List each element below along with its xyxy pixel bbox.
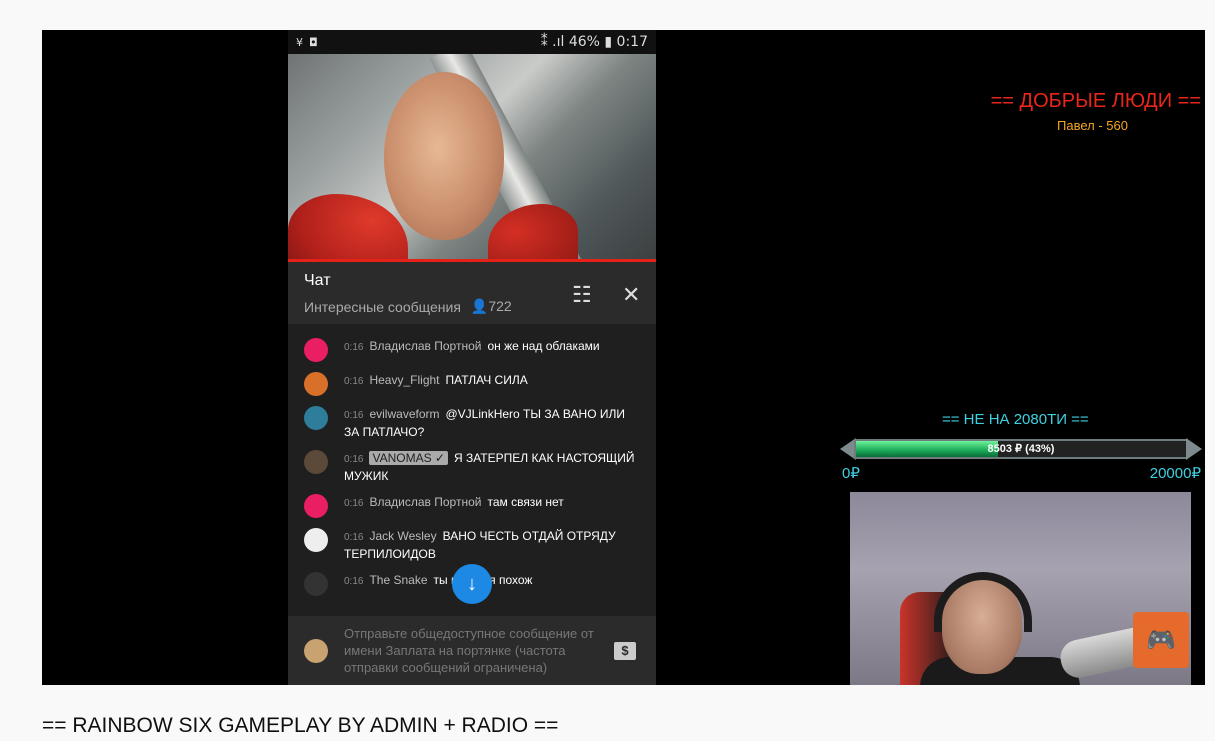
superchat-dollar-icon[interactable]: $ — [614, 642, 636, 660]
usb-icon: ¥ — [296, 35, 303, 49]
avatar — [304, 572, 328, 596]
message-text: ПАТЛАЧ СИЛА — [445, 373, 528, 387]
game-icon: ◘ — [309, 35, 318, 49]
message-time: 0:16 — [344, 376, 364, 387]
video-caption: == RAINBOW SIX GAMEPLAY BY ADMIN + RADIO… — [42, 714, 559, 737]
chat-message[interactable]: 0:16 evilwaveform @VJLinkHero ТЫ ЗА ВАНО И… — [288, 406, 656, 440]
message-text: там связи нет — [487, 495, 564, 509]
webcam-overlay: 🎮 — [850, 492, 1191, 685]
message-text: он же над облаками — [487, 339, 600, 353]
chat-subtitle[interactable]: Интересные сообщения — [304, 299, 461, 315]
streamer-face — [384, 72, 504, 240]
message-time: 0:16 — [344, 532, 364, 543]
chat-message[interactable]: 0:16 Jack Wesley ВАНО ЧЕСТЬ ОТДАЙ ОТРЯДУ Т… — [288, 528, 656, 562]
donors-title: == ДОБРЫЕ ЛЮДИ == — [990, 90, 1201, 112]
goal-label: 8503 ₽ (43%) — [987, 443, 1055, 455]
chat-input-bar[interactable]: Отправьте общедоступное сообщение от име… — [288, 616, 656, 685]
message-time: 0:16 — [344, 410, 364, 421]
filter-icon[interactable]: ☷ — [572, 282, 592, 308]
chat-message[interactable]: 0:16 Heavy_Flight ПАТЛАЧ СИЛА — [288, 372, 656, 396]
message-author[interactable]: Heavy_Flight — [369, 373, 439, 387]
avatar — [304, 372, 328, 396]
message-author[interactable]: VANOMAS ✓ — [369, 451, 448, 465]
message-time: 0:16 — [344, 342, 364, 353]
chat-messages[interactable]: 0:16 Владислав Портной он же над облаками 0… — [288, 324, 656, 616]
message-time: 0:16 — [344, 576, 364, 587]
chat-header: Чат Интересные сообщения 👤722 ☷ ✕ — [288, 262, 656, 324]
chat-input[interactable]: Отправьте общедоступное сообщение от име… — [344, 625, 604, 676]
close-icon[interactable]: ✕ — [622, 282, 640, 308]
video-player[interactable]: ¥ ◘ ⁑ .ıl 46% ▮ 0:17 Чат Интересные сооб… — [42, 30, 1205, 685]
chat-message[interactable]: 0:16 Владислав Портной он же над облаками — [288, 338, 656, 362]
scroll-down-button[interactable]: ↓ — [452, 564, 492, 604]
viewer-count: 722 — [488, 298, 512, 314]
stream-camera-view — [288, 54, 656, 262]
chat-message[interactable]: 0:16 VANOMAS ✓ Я ЗАТЕРПЕЛ КАК НАСТОЯЩИЙ МУ… — [288, 450, 656, 484]
avatar — [304, 406, 328, 430]
person-icon: 👤 — [470, 298, 489, 314]
headphones — [934, 572, 1032, 632]
avatar — [304, 528, 328, 552]
goal-max: 20000₽ — [1149, 465, 1201, 482]
avatar — [304, 338, 328, 362]
message-time: 0:16 — [344, 454, 364, 465]
phone-screen-capture: ¥ ◘ ⁑ .ıl 46% ▮ 0:17 Чат Интересные сооб… — [288, 30, 656, 685]
message-author[interactable]: evilwaveform — [369, 407, 439, 421]
message-author[interactable]: The Snake — [369, 573, 427, 587]
status-right: ⁑ .ıl 46% ▮ 0:17 — [540, 34, 648, 50]
avatar — [304, 450, 328, 474]
avatar — [304, 494, 328, 518]
message-time: 0:16 — [344, 498, 364, 509]
donation-goal-bar: 8503 ₽ (43%) — [840, 436, 1202, 462]
message-author[interactable]: Владислав Портной — [369, 339, 481, 353]
goal-cap-right — [1186, 438, 1202, 460]
message-author[interactable]: Jack Wesley — [369, 529, 436, 543]
donor-entry: Павел - 560 — [1057, 118, 1128, 133]
goal-title: == НЕ НА 2080ТИ == — [942, 411, 1089, 428]
phone-status-bar: ¥ ◘ ⁑ .ıl 46% ▮ 0:17 — [288, 30, 656, 54]
channel-logo-icon: 🎮 — [1133, 612, 1189, 668]
chat-message[interactable]: 0:16 Владислав Портной там связи нет — [288, 494, 656, 518]
message-author[interactable]: Владислав Портной — [369, 495, 481, 509]
avatar — [304, 638, 328, 663]
goal-min: 0₽ — [842, 465, 860, 482]
arrow-down-icon: ↓ — [467, 572, 477, 595]
